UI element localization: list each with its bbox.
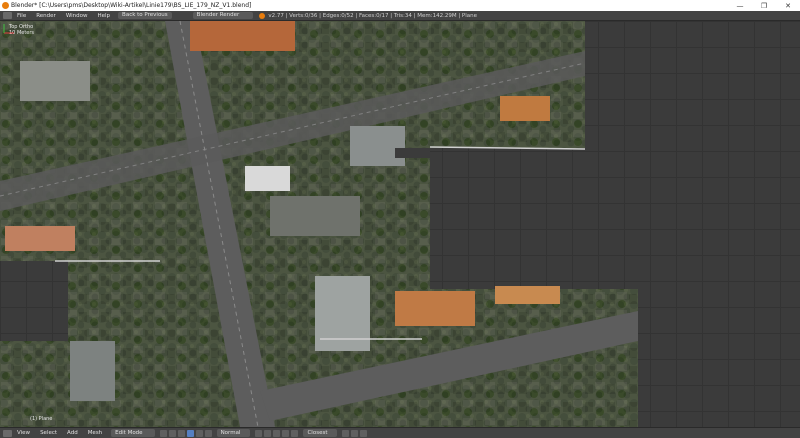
menu-file[interactable]: File: [12, 13, 31, 19]
blender-logo-icon: [259, 12, 266, 19]
menu-help[interactable]: Help: [93, 13, 116, 19]
render-icon[interactable]: [360, 429, 368, 437]
proportional-edit-icon[interactable]: [291, 429, 299, 437]
menu-render[interactable]: Render: [31, 13, 61, 19]
menu-view[interactable]: View: [12, 430, 35, 436]
limit-selection-icon[interactable]: [282, 429, 290, 437]
transform-orientation-select[interactable]: Normal: [216, 429, 251, 437]
edge-select-icon[interactable]: [264, 429, 272, 437]
back-to-previous-button[interactable]: Back to Previous: [118, 12, 172, 19]
menu-window[interactable]: Window: [61, 13, 93, 19]
axis-gizmo-icon: [3, 24, 14, 34]
menu-select[interactable]: Select: [35, 430, 62, 436]
viewport-shading-icon[interactable]: [159, 429, 167, 437]
viewport-header: View Select Add Mesh Edit Mode Normal Cl…: [0, 427, 800, 438]
scene-stats: v2.77 | Verts:0/36 | Edges:0/52 | Faces:…: [268, 12, 478, 19]
face-select-icon[interactable]: [273, 429, 281, 437]
editor-type-icon[interactable]: [3, 12, 12, 19]
minimize-button[interactable]: —: [728, 2, 752, 10]
menu-add[interactable]: Add: [62, 430, 83, 436]
window-titlebar: Blender* [C:\Users\pms\Desktop\Wiki-Arti…: [0, 0, 800, 11]
vertex-select-icon[interactable]: [255, 429, 263, 437]
info-header: File Render Window Help Back to Previous…: [0, 11, 800, 21]
aerial-image-texture: [0, 21, 638, 427]
rotate-icon[interactable]: [195, 429, 203, 437]
snap-element-icon[interactable]: [351, 429, 359, 437]
render-engine-select[interactable]: Blender Render: [192, 12, 254, 19]
3d-viewport[interactable]: Top Ortho 10 Meters (1) Plane: [0, 21, 800, 427]
close-button[interactable]: ✕: [776, 2, 800, 10]
active-object-label: (1) Plane: [30, 416, 53, 422]
pivot-point-icon[interactable]: [168, 429, 176, 437]
snap-icon[interactable]: [342, 429, 350, 437]
window-title: Blender* [C:\Users\pms\Desktop\Wiki-Arti…: [11, 2, 252, 9]
manipulator-icon[interactable]: [177, 429, 185, 437]
proportional-falloff-select[interactable]: Closest: [303, 429, 338, 437]
maximize-button[interactable]: ❐: [752, 2, 776, 10]
editor-type-icon[interactable]: [3, 429, 12, 437]
translate-icon[interactable]: [186, 429, 194, 437]
blender-app-icon: [2, 2, 9, 9]
menu-mesh[interactable]: Mesh: [83, 430, 107, 436]
interaction-mode-select[interactable]: Edit Mode: [111, 429, 155, 437]
scale-icon[interactable]: [204, 429, 212, 437]
